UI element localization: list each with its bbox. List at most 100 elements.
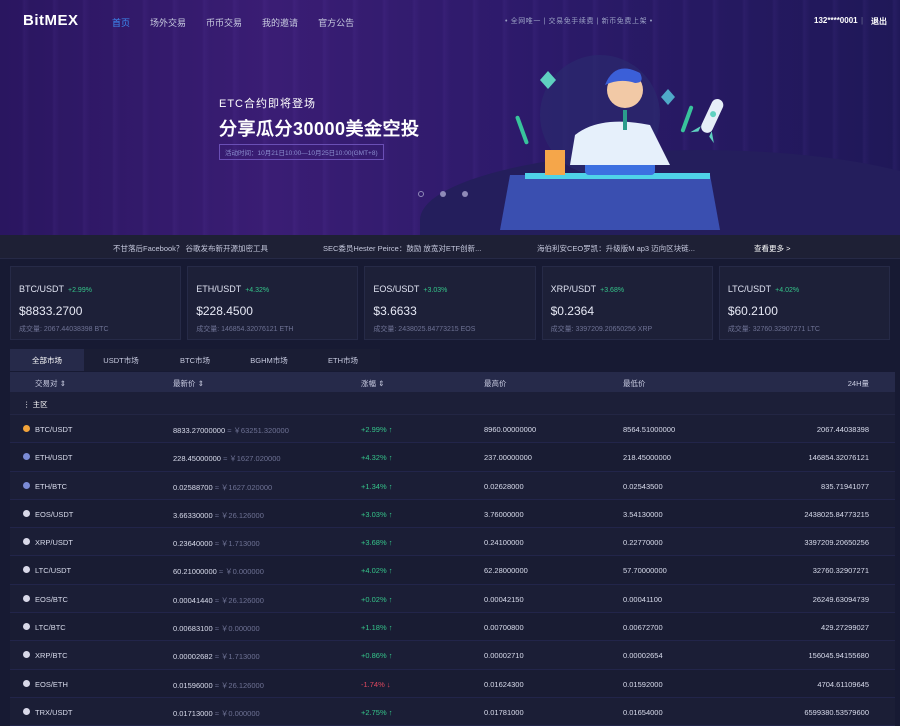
news-ticker: 不甘落后Facebook？ 谷歌发布新开源加密工具 SEC委员Hester Pe… [0, 235, 900, 259]
header-separator: | [861, 16, 864, 25]
card-price: $3.6633 [373, 304, 417, 318]
cell-high: 8960.00000000 [484, 425, 537, 434]
cell-price-value: 228.45000000 [173, 454, 221, 464]
view-more-link[interactable]: 查看更多 > [754, 243, 790, 254]
cell-price-cny: ≈ ￥26.126000 [214, 595, 264, 605]
card-price: $0.2364 [550, 304, 594, 318]
cell-price-value: 0.01596000 [173, 680, 213, 690]
banner-subtitle: ETC合约即将登场 [219, 98, 316, 110]
cell-volume: 6599380.53579600 [804, 707, 869, 717]
carousel-dot-1[interactable] [418, 191, 424, 197]
nav-home[interactable]: 首页 [112, 16, 130, 29]
cell-volume: 4704.61109645 [817, 679, 869, 689]
tab-usdt-market[interactable]: USDT市场 [84, 349, 158, 371]
cell-price-value: 60.21000000 [173, 567, 217, 577]
table-row[interactable]: EOS/USDT 3.66330000 ≈ ￥26.126000 +3.03% ↑ 3… [10, 499, 895, 529]
cell-price-value: 8833.27000000 [173, 426, 226, 435]
cell-low: 0.22770000 [623, 538, 663, 548]
cell-high: 0.02628000 [484, 481, 524, 491]
tab-eth-market[interactable]: ETH市场 [306, 349, 380, 371]
table-row[interactable]: LTC/USDT 60.21000000 ≈ ￥0.000000 +4.02% ↑ 6… [10, 556, 895, 585]
cell-low: 0.00041100 [623, 594, 663, 604]
coin-icon [23, 707, 30, 715]
nav-spot[interactable]: 币币交易 [206, 16, 242, 29]
cell-low: 0.02543500 [623, 481, 663, 491]
card-change: +4.02% [775, 287, 800, 294]
header-change[interactable]: 涨幅 ⇕ [361, 378, 384, 389]
table-row[interactable]: EOS/ETH 0.01596000 ≈ ￥26.126000 -1.74% ↓ 0.… [10, 669, 895, 698]
cell-price-cny: ≈ ￥0.000000 [214, 624, 260, 634]
cell-price: 8833.27000000 ≈ ￥63251.320000 [173, 425, 289, 436]
cell-price-value: 0.02588700 [173, 482, 213, 492]
coin-icon [23, 566, 30, 574]
cell-price-cny: ≈ ￥1.713000 [214, 652, 260, 662]
user-account[interactable]: 132****0001 [814, 16, 858, 25]
cell-change: +2.99% ↑ [361, 425, 393, 434]
market-card-ltc[interactable]: LTC/USDT +4.02% $60.2100 成交量: 32760.32907… [718, 266, 891, 340]
coin-icon [23, 623, 30, 631]
table-row[interactable]: ETH/USDT 228.45000000 ≈ ￥1627.020000 +4.32… [10, 443, 895, 472]
cell-volume: 429.27299027 [821, 623, 869, 633]
news-item-2[interactable]: SEC委员Hester Peirce：鼓励 放宽对ETF创新... [323, 243, 481, 254]
coin-icon [23, 651, 30, 659]
coin-icon [23, 481, 30, 489]
news-item-1[interactable]: 不甘落后Facebook？ 谷歌发布新开源加密工具 [113, 243, 268, 254]
tab-btc-market[interactable]: BTC市场 [158, 349, 232, 371]
cell-low: 57.70000000 [623, 566, 667, 576]
cell-price: 3.66330000 ≈ ￥26.126000 [173, 510, 264, 521]
nav-invite[interactable]: 我的邀请 [262, 16, 298, 29]
market-tabs: 全部市场 USDT市场 BTC市场 BGHM市场 ETH市场 [10, 349, 380, 371]
tab-all-markets[interactable]: 全部市场 [10, 349, 84, 371]
cell-pair: EOS/ETH [35, 679, 68, 689]
table-row[interactable]: EOS/BTC 0.00041440 ≈ ￥26.126000 +0.02% ↑ 0.… [10, 584, 895, 614]
cell-change: +1.18% ↑ [361, 623, 393, 633]
cell-price: 0.00683100 ≈ ￥0.000000 [173, 623, 260, 634]
cell-change: +2.75% ↑ [361, 707, 393, 717]
banner-event-time: 活动时间：10月21日10:00—10月25日10:00(GMT+8) [219, 144, 384, 160]
header-latest-price[interactable]: 最新价 ⇕ [173, 378, 204, 389]
news-item-3[interactable]: 海伯利安CEO罗凯：升级版M ap3 迈向区块链... [537, 243, 695, 254]
coin-icon [23, 453, 30, 461]
market-card-xrp[interactable]: XRP/USDT +3.68% $0.2364 成交量: 3397209.2065… [541, 266, 713, 340]
table-row[interactable]: TRX/USDT 0.01713000 ≈ ￥0.000000 +2.75% ↑ 0.… [10, 697, 895, 726]
card-pair: BTC/USDT [19, 284, 64, 294]
card-volume: 成交量: 2067.44038398 BTC [19, 326, 109, 333]
carousel-dot-2[interactable] [440, 191, 446, 197]
nav-otc[interactable]: 场外交易 [150, 16, 186, 29]
card-price: $228.4500 [196, 304, 253, 318]
table-row[interactable]: XRP/BTC 0.00002682 ≈ ￥1.713000 +0.86% ↑ 0.0… [10, 641, 895, 670]
table-row[interactable]: ETH/BTC 0.02588700 ≈ ￥1627.020000 +1.34% ↑… [10, 471, 895, 500]
table-row[interactable]: XRP/USDT 0.23640000 ≈ ￥1.713000 +3.68% ↑ 0.… [10, 528, 895, 557]
cell-high: 0.00002710 [484, 651, 524, 661]
cell-pair: TRX/USDT [35, 707, 73, 717]
cell-price: 0.01713000 ≈ ￥0.000000 [173, 708, 260, 719]
carousel-dot-3[interactable] [462, 191, 468, 197]
coin-icon [23, 509, 30, 517]
cell-price-value: 0.00002682 [173, 652, 213, 662]
cell-price-cny: ≈ ￥1627.020000 [214, 482, 273, 492]
cell-change: +1.34% ↑ [361, 481, 393, 491]
cell-pair: ETH/BTC [35, 481, 68, 491]
header-volume: 24H量 [847, 379, 869, 388]
cell-high: 0.01781000 [484, 707, 524, 717]
card-change: +4.32% [245, 287, 270, 294]
cell-price-cny: ≈ ￥26.126000 [214, 680, 264, 690]
nav-announcements[interactable]: 官方公告 [318, 16, 354, 29]
coin-icon [23, 679, 30, 687]
logout-button[interactable]: 退出 [871, 16, 887, 27]
market-card-eos[interactable]: EOS/USDT +3.03% $3.6633 成交量: 2438025.8477… [364, 266, 536, 340]
cell-volume: 2067.44038398 [816, 425, 869, 434]
cell-high: 0.00042150 [484, 594, 524, 604]
market-card-eth[interactable]: ETH/USDT +4.32% $228.4500 成交量: 146854.320… [187, 266, 359, 340]
cell-pair: XRP/BTC [35, 651, 68, 661]
cell-price: 60.21000000 ≈ ￥0.000000 [173, 566, 264, 577]
tab-bghm-market[interactable]: BGHM市场 [232, 349, 306, 371]
header-pair[interactable]: 交易对 ⇕ [35, 378, 66, 389]
header-notice: • 全网唯一 | 交易免手续费 | 新币免费上架 • [505, 18, 653, 25]
card-volume: 成交量: 32760.32907271 LTC [727, 326, 820, 333]
table-row[interactable]: LTC/BTC 0.00683100 ≈ ￥0.000000 +1.18% ↑ 0.0… [10, 613, 895, 642]
market-card-btc[interactable]: BTC/USDT +2.99% $8833.2700 成交量: 2067.4403… [10, 266, 182, 340]
cell-low: 0.01592000 [623, 679, 663, 689]
table-row[interactable]: BTC/USDT 8833.27000000 ≈ ￥63251.320000 +2.… [10, 415, 895, 444]
logo[interactable]: BitMEX [23, 12, 79, 29]
